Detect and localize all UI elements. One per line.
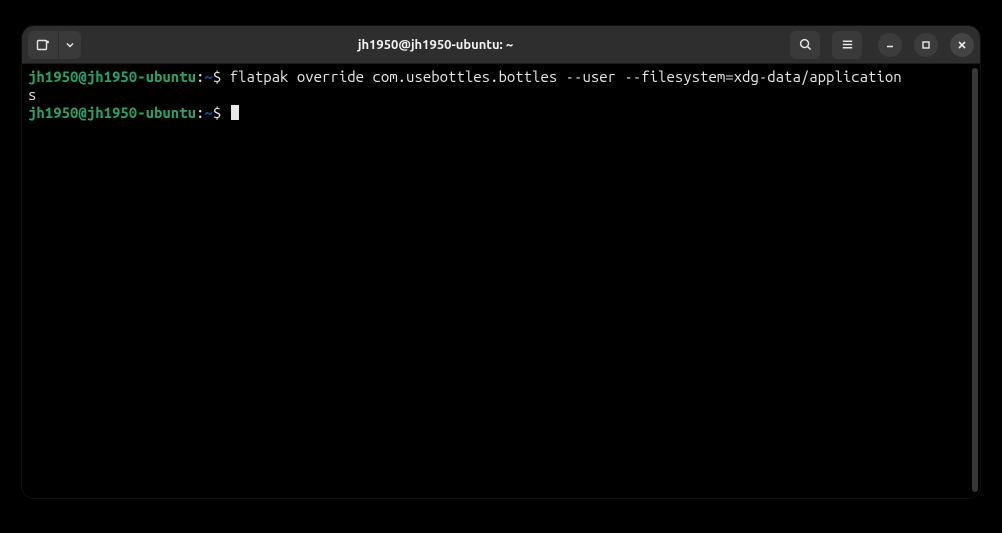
search-icon xyxy=(798,37,813,52)
cursor xyxy=(231,105,239,120)
scrollbar[interactable] xyxy=(972,68,978,492)
terminal-body[interactable]: jh1950@jh1950-ubuntu:~$ flatpak override… xyxy=(22,64,980,498)
command-line-1: flatpak override com.usebottles.bottles … xyxy=(230,68,902,85)
menu-button[interactable] xyxy=(832,31,862,59)
prompt-symbol: $ xyxy=(213,104,221,121)
search-button[interactable] xyxy=(790,31,820,59)
maximize-icon xyxy=(921,40,931,50)
close-icon xyxy=(957,40,967,50)
command-line-1-wrap: s xyxy=(28,86,36,103)
headerbar-left xyxy=(28,31,81,59)
headerbar-right xyxy=(790,31,974,59)
close-button[interactable] xyxy=(950,33,974,57)
tabs-dropdown-button[interactable] xyxy=(59,31,81,59)
minimize-button[interactable] xyxy=(878,33,902,57)
prompt-path: ~ xyxy=(204,68,212,85)
prompt-path: ~ xyxy=(204,104,212,121)
terminal-content: jh1950@jh1950-ubuntu:~$ flatpak override… xyxy=(28,68,974,122)
prompt-symbol: $ xyxy=(213,68,221,85)
window-title: jh1950@jh1950-ubuntu: ~ xyxy=(81,38,790,52)
new-tab-button[interactable] xyxy=(28,31,58,59)
prompt-user-host: jh1950@jh1950-ubuntu xyxy=(28,68,196,85)
maximize-button[interactable] xyxy=(914,33,938,57)
hamburger-icon xyxy=(840,37,855,52)
minimize-icon xyxy=(885,40,895,50)
terminal-window: jh1950@jh1950-ubuntu: ~ xyxy=(22,26,980,498)
chevron-down-icon xyxy=(65,40,75,50)
headerbar: jh1950@jh1950-ubuntu: ~ xyxy=(22,26,980,64)
new-tab-icon xyxy=(35,37,51,53)
prompt-user-host: jh1950@jh1950-ubuntu xyxy=(28,104,196,121)
window-controls xyxy=(878,33,974,57)
